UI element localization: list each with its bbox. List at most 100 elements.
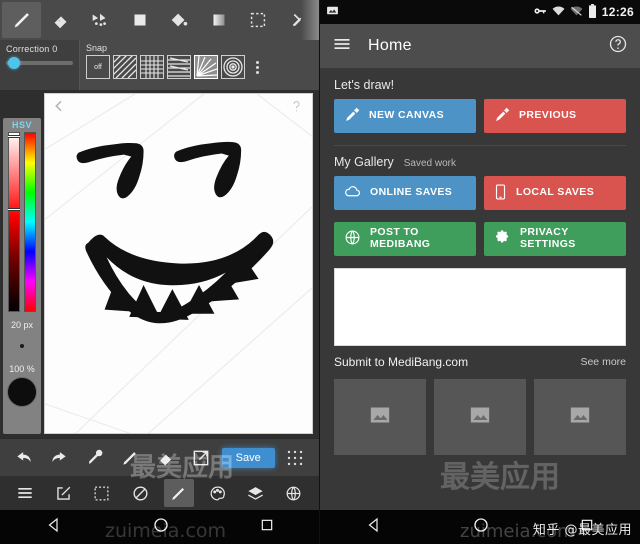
correction-label: Correction 0 (6, 44, 58, 54)
nav-home-button[interactable] (472, 516, 490, 539)
gallery-thumbnail-2[interactable] (434, 379, 526, 455)
new-canvas-button[interactable]: NEW CANVAS (334, 99, 476, 133)
move-tool[interactable] (81, 2, 120, 38)
sv-current-marker[interactable] (8, 208, 20, 211)
edit-button[interactable] (49, 479, 79, 507)
snap-parallel[interactable] (113, 55, 137, 79)
signal-icon (570, 5, 583, 20)
gallery-section-title: My Gallery (334, 155, 394, 169)
brush-settings-button[interactable] (163, 479, 194, 507)
snap-horizontal[interactable] (167, 55, 191, 79)
snap-radial[interactable] (194, 55, 218, 79)
dot-icon (255, 70, 259, 74)
privacy-settings-button[interactable]: PRIVACY SETTINGS (484, 222, 626, 256)
status-icons: 12:26 (533, 3, 634, 21)
selection-button[interactable] (87, 479, 117, 507)
gallery-section-header: My Gallery Saved work (334, 155, 626, 169)
fill-shape-tool[interactable] (120, 2, 159, 38)
promo-banner[interactable] (334, 268, 626, 346)
canvas-artwork (45, 94, 312, 433)
watermark-big-text: 最美应用 (440, 460, 560, 495)
current-color-swatch[interactable] (7, 377, 37, 407)
globe-grid-button[interactable] (279, 479, 309, 507)
snap-concentric[interactable] (221, 55, 245, 79)
pencil-tool[interactable] (2, 2, 42, 38)
home-app-panel: 12:26 Home Let's draw! NEW CANVAS PREVIO… (320, 0, 640, 544)
eyedropper-button[interactable] (80, 444, 110, 472)
page-title: Home (368, 37, 412, 54)
local-saves-label: LOCAL SAVES (516, 186, 595, 199)
home-content: Let's draw! NEW CANVAS PREVIOUS My Galle… (320, 68, 640, 510)
sv-top-marker[interactable] (8, 135, 20, 138)
canvas-help-icon[interactable] (289, 98, 304, 120)
help-icon[interactable] (608, 34, 628, 59)
draw-section-header: Let's draw! (334, 78, 626, 92)
globe-icon (344, 229, 361, 249)
grid-button[interactable] (280, 444, 310, 472)
snap-options: off (86, 55, 315, 79)
snap-overflow-menu[interactable] (250, 55, 264, 79)
saturation-value-bar[interactable] (8, 132, 20, 312)
online-saves-button[interactable]: ONLINE SAVES (334, 176, 476, 210)
correction-control[interactable]: Correction 0 (0, 40, 80, 90)
cloud-icon (344, 184, 361, 202)
nav-recents-button[interactable] (259, 517, 275, 538)
snap-off[interactable]: off (86, 55, 110, 79)
layers-button[interactable] (240, 479, 270, 507)
previous-button[interactable]: PREVIOUS (484, 99, 626, 133)
undo-button[interactable] (9, 444, 39, 472)
draw-section-title: Let's draw! (334, 78, 395, 92)
bucket-tool[interactable] (160, 2, 199, 38)
snap-label: Snap (86, 43, 108, 53)
draw-buttons-row: NEW CANVAS PREVIOUS (334, 99, 626, 133)
eraser-button[interactable] (151, 444, 181, 472)
watermark-zhihu: 知乎 @最美应用 (532, 523, 632, 538)
image-notification-icon (326, 4, 339, 20)
snap-control: Snap off (80, 40, 319, 90)
menu-button[interactable] (10, 479, 40, 507)
image-placeholder-icon (470, 406, 490, 429)
flip-button[interactable] (125, 479, 155, 507)
nav-back-button[interactable] (365, 516, 383, 539)
paint-nav-bar: 最美应用 (0, 453, 319, 510)
local-saves-button[interactable]: LOCAL SAVES (484, 176, 626, 210)
section-divider (334, 145, 626, 146)
post-to-medibang-button[interactable]: POST TO MEDIBANG (334, 222, 476, 256)
see-more-link[interactable]: See more (580, 356, 626, 368)
paint-action-bar: Save (0, 438, 319, 476)
submit-row: Submit to MediBang.com See more (334, 355, 626, 369)
gallery-buttons-row-1: ONLINE SAVES LOCAL SAVES (334, 176, 626, 210)
snap-off-label: off (94, 63, 102, 71)
hue-slider[interactable] (24, 132, 36, 312)
status-time: 12:26 (601, 5, 634, 19)
canvas-back-button[interactable] (51, 98, 67, 119)
transform-button[interactable] (186, 444, 216, 472)
previous-label: PREVIOUS (519, 109, 577, 122)
drawing-canvas[interactable] (44, 93, 313, 434)
correction-slider[interactable] (6, 57, 73, 69)
select-tool[interactable] (238, 2, 277, 38)
nav-home-button[interactable] (152, 516, 170, 539)
privacy-settings-label: PRIVACY SETTINGS (520, 226, 576, 250)
wifi-icon (552, 5, 565, 20)
nav-back-button[interactable] (45, 516, 63, 539)
brush-size-label: 20 px (10, 320, 34, 330)
correction-slider-knob[interactable] (8, 57, 20, 69)
redo-button[interactable] (44, 444, 74, 472)
paint-workspace: HSV 20 px 100 % (0, 90, 319, 438)
hsv-mode-label: HSV (11, 120, 32, 130)
phone-icon (494, 184, 507, 203)
hamburger-icon[interactable] (332, 34, 352, 59)
gallery-thumbnail-3[interactable] (534, 379, 626, 455)
eraser-tool[interactable] (41, 2, 80, 38)
saturation-value-slider[interactable] (8, 132, 20, 312)
palette-button[interactable] (202, 479, 232, 507)
snap-grid[interactable] (140, 55, 164, 79)
color-picker-sidebar[interactable]: HSV 20 px 100 % (3, 118, 41, 434)
vpn-key-icon (533, 5, 547, 20)
save-button[interactable]: Save (221, 447, 275, 468)
gradient-tool[interactable] (199, 2, 238, 38)
gallery-thumbnail-1[interactable] (334, 379, 426, 455)
brush-button[interactable] (115, 444, 145, 472)
image-placeholder-icon (370, 406, 390, 429)
